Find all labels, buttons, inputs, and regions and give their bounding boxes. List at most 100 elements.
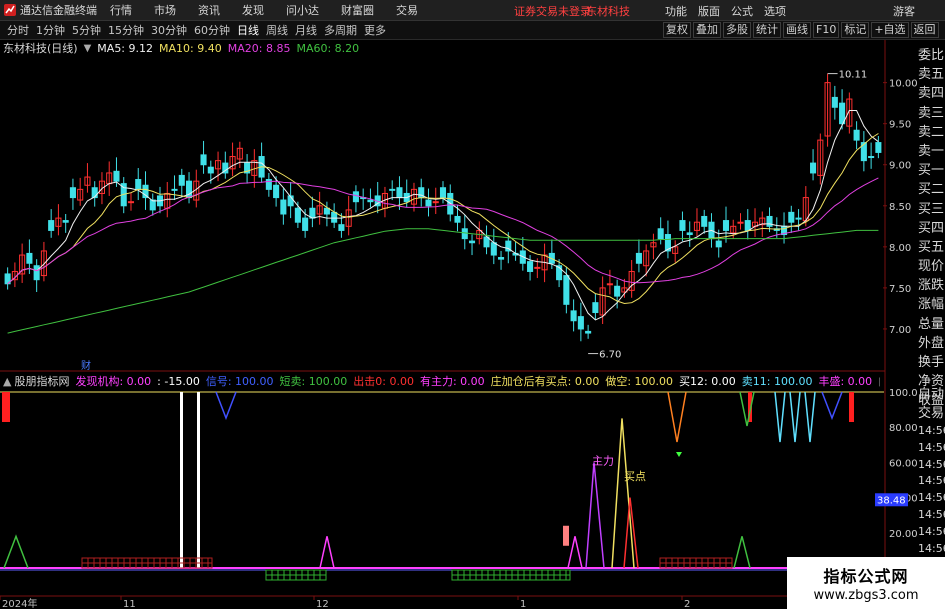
side-label-14[interactable]: 总量 [918,315,945,334]
candle-body [585,330,592,334]
site-watermark: 指标公式网 www.zbgs3.com [787,557,945,609]
candle-body [323,207,330,215]
candle-body [722,220,730,231]
candle-body [135,179,142,190]
signal-white-bar-0 [180,392,183,568]
side-label-8[interactable]: 买三 [918,200,945,219]
current-value-label: 38.48 [877,495,906,506]
buy-point-label: 买点 [624,470,646,483]
candle-body [766,215,773,227]
indicator-axis-label-1: 80.00 [889,423,918,434]
side-label-7[interactable]: 买二 [918,180,945,199]
side-label-9[interactable]: 买四 [918,219,945,238]
side-label-6[interactable]: 买一 [918,161,945,180]
side-lower-label-7: 14:56 [918,507,945,521]
finance-mark: 财 [81,359,91,372]
candle-body [389,188,396,191]
kline-chart[interactable]: 10.00 9.50 9.00 8.50 8.00 7.50 7.00 10.11 6.70 财 1… [0,0,918,609]
candle-body [635,252,642,264]
side-label-15[interactable]: 外盘 [918,334,945,353]
candle-body [207,166,214,174]
side-label-3[interactable]: 卖三 [918,104,945,123]
sell-signal-bar-0 [2,392,10,422]
baseline-triangle-2 [567,536,583,569]
side-label-13[interactable]: 涨幅 [918,295,945,314]
candle-body [294,207,301,223]
price-axis-label-2: 9.00 [889,161,911,172]
candle-body [563,275,570,305]
side-lower-label-5: 14:56 [918,474,945,488]
candle-body [461,228,468,240]
side-lower-label-3: 14:56 [918,440,945,454]
price-axis-label-3: 8.50 [889,202,911,213]
candle-body [468,240,476,244]
candle-body [715,240,722,248]
candle-body [425,199,432,207]
candle-body [338,224,345,231]
candle-body [200,154,207,166]
candle-body [701,215,708,227]
sell-signal-bar-2 [849,392,854,422]
side-label-12[interactable]: 涨跌 [918,276,945,295]
candle-body [171,188,178,191]
candle-body [149,199,156,211]
candle-body [810,162,817,174]
candle-body [178,174,185,186]
side-lower-label-0: 自动 [918,387,945,402]
x-axis-label-2: 12 [316,599,329,609]
side-label-4[interactable]: 卖二 [918,123,945,142]
candle-body [432,201,439,204]
candle-body [744,220,751,231]
candle-body [331,211,338,223]
side-label-1[interactable]: 卖五 [918,65,945,84]
candle-body [868,156,875,159]
side-label-16[interactable]: 换手 [918,353,945,372]
v-signal-orange [667,391,687,443]
candle-body [26,252,33,264]
side-label-11[interactable]: 现价 [918,257,945,276]
high-price-label: 10.11 [839,70,868,81]
x-axis-label-1: 11 [123,599,136,609]
candle-body [273,184,280,199]
quote-side-panel: 委比 卖五 卖四 卖三 卖二 卖一 买一 买二 买三 买四 买五 现价 涨跌 涨幅 总量 外盘 换手 净资 收益 [918,46,945,411]
candle-body [62,220,69,223]
candle-body [490,242,497,256]
candle-body [113,170,120,182]
v-signal-blue [215,391,237,421]
candle-body [679,220,686,231]
ma60-line [7,228,879,334]
v-signal-blue-2 [821,391,843,421]
side-label-10[interactable]: 买五 [918,238,945,257]
candle-body [69,187,76,199]
watermark-line2: www.zbgs3.com [813,588,919,603]
candle-body [686,232,693,236]
price-axis-label-4: 8.00 [889,243,911,254]
pink-marker [563,525,569,546]
candle-body [534,266,541,269]
candle-body [48,220,55,231]
candle-body [498,257,505,260]
price-axis-label-0: 10.00 [889,79,918,90]
candle-body [127,201,135,204]
watermark-line1: 指标公式网 [823,567,909,586]
x-axis-label-3: 1 [520,599,526,609]
side-label-2[interactable]: 卖四 [918,84,945,103]
x-axis-label-4: 2 [684,599,690,609]
side-label-5[interactable]: 卖一 [918,142,945,161]
v-signal-cyan-0 [774,391,786,443]
indicator-axis-label-2: 60.00 [889,458,918,469]
candle-body [737,221,744,224]
candle-body [657,228,664,240]
signal-white-bar-1 [197,392,200,568]
baseline-triangle-3 [733,536,751,569]
candle-body [592,302,599,314]
side-label-0[interactable]: 委比 [918,46,945,65]
price-axis-label-5: 7.50 [889,284,911,295]
buy-point-spike [611,418,635,569]
candle-body [795,217,802,220]
indicator-axis-label-4: 20.00 [889,529,918,540]
candle-body [439,187,447,199]
candle-body [454,215,461,223]
candle-body [614,285,621,297]
main-force-label: 主力 [592,454,614,467]
